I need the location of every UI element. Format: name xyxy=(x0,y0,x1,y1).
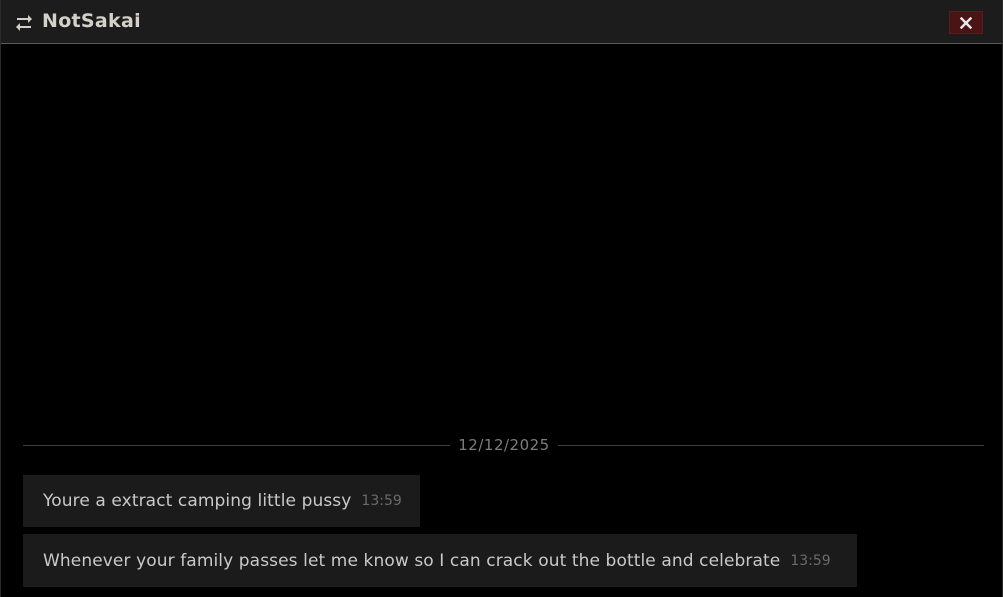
swap-arrows-icon xyxy=(15,13,33,31)
window-title: NotSakai xyxy=(42,10,141,32)
chat-messages-area[interactable]: 12/12/2025 Youre a extract camping littl… xyxy=(1,45,1002,597)
date-divider: 12/12/2025 xyxy=(23,434,984,456)
chat-window: NotSakai 12/12/2025 Youre a extract camp… xyxy=(0,0,1003,597)
chat-message[interactable]: Youre a extract camping little pussy 13:… xyxy=(23,475,420,527)
close-icon xyxy=(960,16,972,29)
date-label: 12/12/2025 xyxy=(458,436,550,454)
title-bar[interactable]: NotSakai xyxy=(1,0,1002,44)
divider-line-right xyxy=(558,445,984,446)
message-timestamp: 13:59 xyxy=(361,493,402,509)
close-button[interactable] xyxy=(949,11,983,34)
message-text: Whenever your family passes let me know … xyxy=(43,550,781,571)
message-text: Youre a extract camping little pussy xyxy=(43,491,352,511)
message-timestamp: 13:59 xyxy=(790,552,831,569)
chat-message[interactable]: Whenever your family passes let me know … xyxy=(23,534,857,587)
divider-line-left xyxy=(23,445,450,446)
